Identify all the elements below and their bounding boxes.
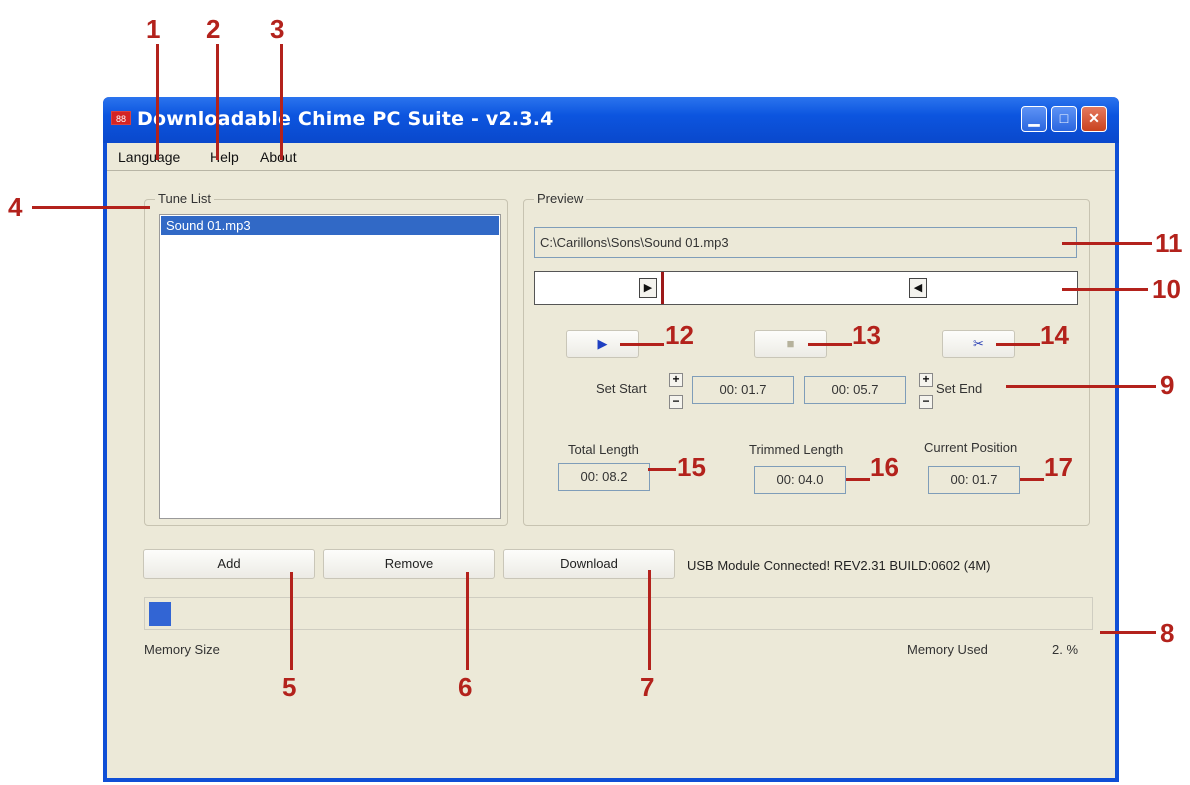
trimmed-length-field: 00: 04.0 — [754, 466, 846, 494]
scissors-icon: ✂ — [973, 336, 984, 351]
callout-6: 6 — [458, 672, 473, 702]
callout-line-2 — [216, 44, 219, 160]
callout-line-1 — [156, 44, 159, 160]
window-title: Downloadable Chime PC Suite - v2.3.4 — [137, 108, 554, 130]
callout-line-13 — [808, 343, 852, 346]
callout-8: 8 — [1160, 618, 1175, 648]
stop-icon: ■ — [786, 336, 795, 351]
callout-10: 10 — [1152, 274, 1181, 304]
maximize-icon: □ — [1059, 110, 1069, 126]
callout-line-10 — [1062, 288, 1148, 291]
end-time-field[interactable]: 00: 05.7 — [804, 376, 906, 404]
close-icon: ✕ — [1088, 110, 1100, 126]
connection-status: USB Module Connected! REV2.31 BUILD:0602… — [687, 558, 991, 573]
callout-2: 2 — [206, 14, 221, 44]
tune-list-label: Tune List — [155, 191, 214, 206]
menu-help[interactable]: Help — [210, 149, 239, 165]
trim-slider[interactable]: ▶ ◀ — [534, 271, 1078, 305]
callout-line-17 — [1020, 478, 1044, 481]
callout-line-5 — [290, 572, 293, 670]
callout-15: 15 — [677, 452, 706, 482]
callout-line-8 — [1100, 631, 1156, 634]
play-triangle-icon: ▶ — [643, 282, 653, 294]
minus-icon: − — [922, 394, 930, 408]
memory-progress-fill — [149, 602, 171, 626]
callout-line-12 — [620, 343, 664, 346]
menu-bar: Language Help About — [107, 143, 1115, 171]
close-button[interactable]: ✕ — [1081, 106, 1107, 132]
set-start-label: Set Start — [596, 381, 647, 396]
callout-14: 14 — [1040, 320, 1069, 350]
app-icon: 88 — [111, 111, 131, 125]
left-triangle-icon: ◀ — [913, 282, 923, 294]
callout-line-7 — [648, 570, 651, 670]
trim-start-handle[interactable]: ▶ — [639, 278, 657, 298]
minus-icon: − — [672, 394, 680, 408]
callout-9: 9 — [1160, 370, 1175, 400]
minimize-icon: ▁ — [1028, 110, 1040, 126]
callout-5: 5 — [282, 672, 297, 702]
plus-icon: + — [672, 372, 680, 386]
callout-line-3 — [280, 44, 283, 160]
remove-button[interactable]: Remove — [323, 549, 495, 579]
memory-size-label: Memory Size — [144, 642, 220, 657]
preview-group: Preview C:\Carillons\Sons\Sound 01.mp3 ▶… — [523, 191, 1090, 526]
callout-17: 17 — [1044, 452, 1073, 482]
menu-about[interactable]: About — [260, 149, 297, 165]
callout-1: 1 — [146, 14, 161, 44]
tune-list-group: Tune List Sound 01.mp3 — [144, 191, 508, 526]
memory-used-label: Memory Used — [907, 642, 988, 657]
end-increment-button[interactable]: + — [919, 373, 933, 387]
play-icon: ▶ — [597, 336, 608, 351]
title-bar[interactable]: 88 Downloadable Chime PC Suite - v2.3.4 … — [103, 97, 1119, 143]
list-item[interactable]: Sound 01.mp3 — [161, 216, 499, 235]
callout-line-9 — [1006, 385, 1156, 388]
file-path-field: C:\Carillons\Sons\Sound 01.mp3 — [534, 227, 1077, 258]
memory-used-value: 2. % — [1052, 642, 1079, 657]
callout-line-15 — [648, 468, 676, 471]
callout-line-11 — [1062, 242, 1152, 245]
preview-label: Preview — [534, 191, 587, 206]
callout-16: 16 — [870, 452, 899, 482]
maximize-button[interactable]: □ — [1051, 106, 1077, 132]
callout-3: 3 — [270, 14, 285, 44]
callout-4: 4 — [8, 192, 23, 222]
callout-12: 12 — [665, 320, 694, 350]
callout-7: 7 — [640, 672, 655, 702]
start-decrement-button[interactable]: − — [669, 395, 683, 409]
current-position-field: 00: 01.7 — [928, 466, 1020, 494]
menu-language[interactable]: Language — [118, 149, 180, 165]
callout-line-16 — [846, 478, 870, 481]
set-end-label: Set End — [936, 381, 983, 396]
minimize-button[interactable]: ▁ — [1021, 106, 1047, 132]
callout-13: 13 — [852, 320, 881, 350]
app-window: 88 Downloadable Chime PC Suite - v2.3.4 … — [103, 97, 1119, 782]
plus-icon: + — [922, 372, 930, 386]
trimmed-length-label: Trimmed Length — [749, 442, 844, 457]
total-length-field: 00: 08.2 — [558, 463, 650, 491]
callout-line-4 — [32, 206, 150, 209]
start-increment-button[interactable]: + — [669, 373, 683, 387]
total-length-label: Total Length — [568, 442, 639, 457]
callout-line-6 — [466, 572, 469, 670]
current-position-label: Current Position — [924, 440, 1018, 455]
start-time-field[interactable]: 00: 01.7 — [692, 376, 794, 404]
tune-listbox[interactable]: Sound 01.mp3 — [159, 214, 501, 519]
playhead-marker — [661, 272, 664, 304]
trim-end-handle[interactable]: ◀ — [909, 278, 927, 298]
callout-11: 11 — [1155, 228, 1183, 258]
memory-progress-bar — [144, 597, 1093, 630]
end-decrement-button[interactable]: − — [919, 395, 933, 409]
callout-line-14 — [996, 343, 1040, 346]
